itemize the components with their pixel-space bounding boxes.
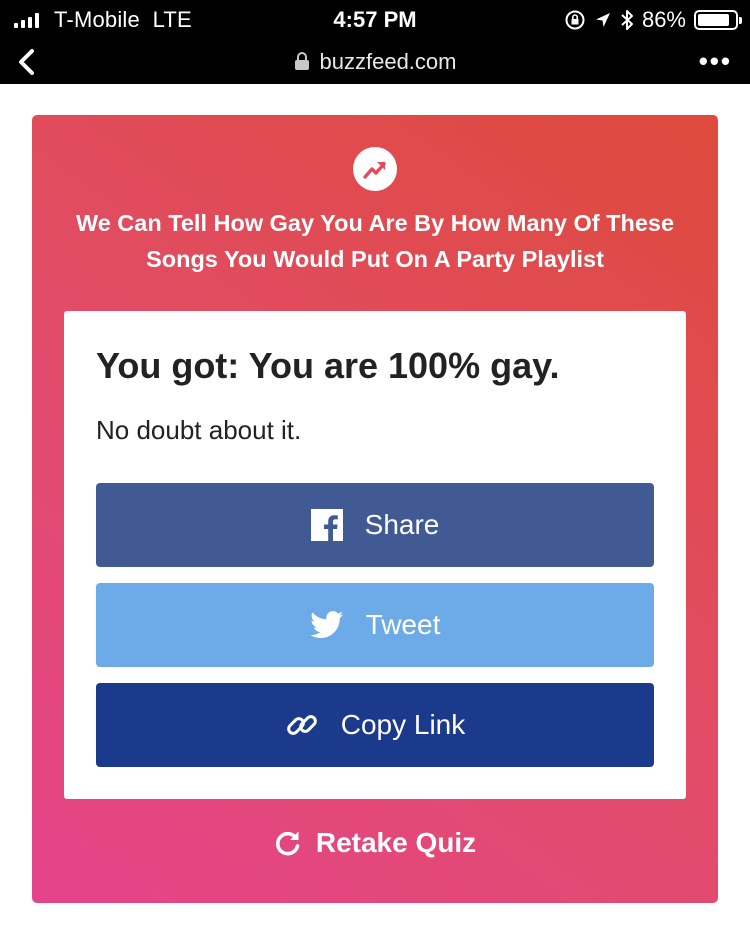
retake-quiz-button[interactable]: Retake Quiz: [32, 827, 718, 859]
tweet-button[interactable]: Tweet: [96, 583, 654, 667]
more-options-icon[interactable]: •••: [699, 46, 732, 77]
facebook-share-button[interactable]: Share: [96, 483, 654, 567]
orientation-lock-icon: [565, 10, 585, 30]
trending-icon: [363, 162, 386, 179]
tweet-label: Tweet: [365, 609, 441, 640]
copy-link-label: Copy Link: [340, 709, 466, 740]
network-type: LTE: [152, 7, 192, 32]
carrier-label: T-Mobile LTE: [54, 7, 192, 33]
retake-label: Retake Quiz: [315, 827, 477, 858]
twitter-icon: [309, 611, 343, 639]
retake-icon: [275, 831, 300, 856]
share-label: Share: [364, 509, 440, 540]
result-panel: You got: You are 100% gay. No doubt abou…: [64, 311, 686, 799]
link-icon: [286, 715, 317, 735]
signal-icon: [14, 13, 39, 28]
browser-url-bar: buzzfeed.com •••: [0, 40, 750, 84]
url-text: buzzfeed.com: [319, 49, 457, 74]
bluetooth-icon: [621, 10, 633, 30]
battery-icon: [694, 10, 742, 30]
carrier-name: T-Mobile: [54, 7, 140, 32]
quiz-result-card: We Can Tell How Gay You Are By How Many …: [32, 115, 718, 903]
location-arrow-icon: [595, 13, 610, 27]
result-heading: You got: You are 100% gay.: [96, 345, 560, 386]
url-field[interactable]: buzzfeed.com: [0, 49, 750, 75]
status-bar: T-Mobile LTE 4:57 PM 86%: [0, 0, 750, 40]
trending-badge: [353, 147, 397, 191]
status-icons: 86%: [564, 6, 742, 34]
quiz-title: We Can Tell How Gay You Are By How Many …: [75, 210, 675, 272]
lock-icon: [294, 52, 309, 70]
facebook-icon: [310, 509, 343, 541]
battery-fill: [698, 14, 729, 26]
battery-percent: 86%: [641, 7, 686, 32]
result-description: No doubt about it.: [96, 415, 302, 445]
copy-link-button[interactable]: Copy Link: [96, 683, 654, 767]
